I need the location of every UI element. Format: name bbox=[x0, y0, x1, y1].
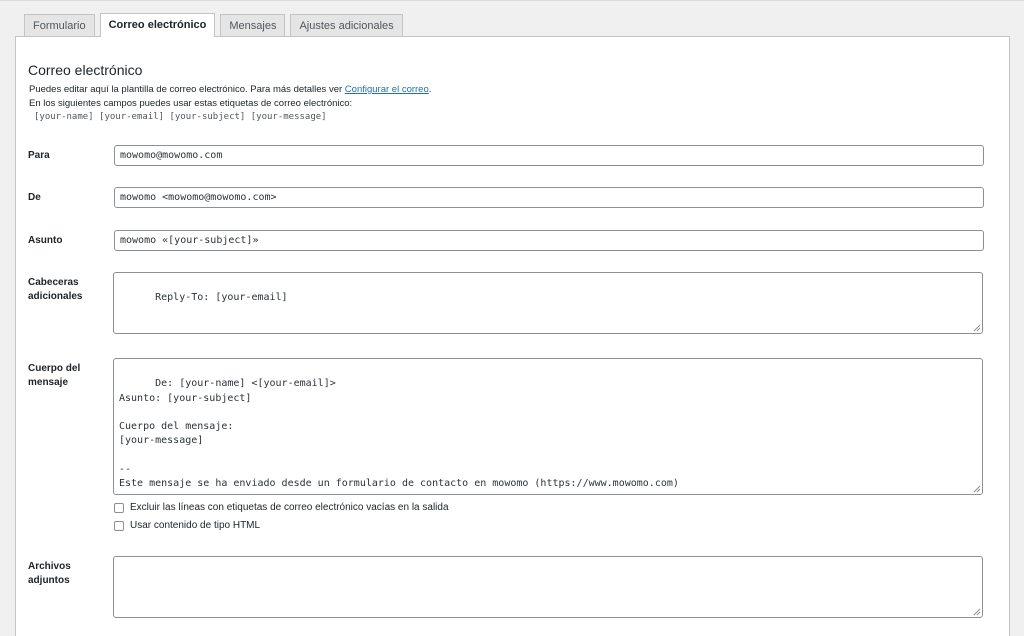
exclude-blank-option[interactable]: Excluir las líneas con etiquetas de corr… bbox=[114, 502, 449, 513]
resize-handle-icon[interactable] bbox=[973, 485, 981, 493]
description-line-2: En los siguientes campos puedes usar est… bbox=[29, 98, 353, 109]
exclude-blank-label: Excluir las líneas con etiquetas de corr… bbox=[130, 502, 449, 513]
use-html-option[interactable]: Usar contenido de tipo HTML bbox=[114, 520, 260, 531]
resize-handle-icon[interactable] bbox=[973, 608, 981, 616]
use-html-checkbox[interactable] bbox=[114, 520, 124, 531]
description-suffix: . bbox=[428, 84, 432, 95]
tab-ajustes-adicionales[interactable]: Ajustes adicionales bbox=[290, 14, 403, 37]
asunto-input[interactable]: mowomo «[your-subject]» bbox=[114, 230, 984, 251]
para-input[interactable]: mowomo@mowomo.com bbox=[114, 145, 984, 166]
cuerpo-value: De: [your-name] <[your-email]> Asunto: [… bbox=[119, 378, 679, 490]
cuerpo-label: Cuerpo del mensaje bbox=[28, 362, 80, 390]
archivos-label-line-2: adjuntos bbox=[28, 575, 70, 586]
archivos-label-line-1: Archivos bbox=[28, 561, 71, 572]
cabeceras-value: Reply-To: [your-email] bbox=[155, 292, 288, 304]
tab-bar: Formulario Correo electrónico Mensajes A… bbox=[24, 13, 408, 37]
archivos-textarea[interactable] bbox=[113, 556, 983, 618]
cuerpo-textarea[interactable]: De: [your-name] <[your-email]> Asunto: [… bbox=[113, 358, 983, 495]
configure-mail-link[interactable]: Configurar el correo bbox=[345, 84, 429, 95]
cabeceras-textarea[interactable]: Reply-To: [your-email] bbox=[113, 272, 983, 334]
asunto-label: Asunto bbox=[28, 235, 63, 246]
tab-formulario[interactable]: Formulario bbox=[24, 14, 95, 37]
de-label: De bbox=[28, 192, 41, 203]
section-title: Correo electrónico bbox=[28, 62, 143, 78]
exclude-blank-checkbox[interactable] bbox=[114, 502, 124, 513]
archivos-label: Archivos adjuntos bbox=[28, 560, 71, 588]
description-text: Puedes editar aquí la plantilla de corre… bbox=[29, 84, 345, 95]
email-panel: Correo electrónico Puedes editar aquí la… bbox=[15, 36, 1010, 636]
resize-handle-icon[interactable] bbox=[973, 324, 981, 332]
use-html-label: Usar contenido de tipo HTML bbox=[130, 520, 261, 531]
de-input[interactable]: mowomo <mowomo@mowomo.com> bbox=[114, 187, 984, 208]
tab-correo-electronico[interactable]: Correo electrónico bbox=[99, 13, 216, 37]
cabeceras-label-line-2: adicionales bbox=[28, 291, 83, 302]
cabeceras-label: Cabeceras adicionales bbox=[28, 276, 82, 304]
description-line-1: Puedes editar aquí la plantilla de corre… bbox=[29, 84, 431, 95]
tab-mensajes[interactable]: Mensajes bbox=[220, 14, 286, 37]
para-label: Para bbox=[28, 150, 50, 161]
top-divider bbox=[0, 0, 1024, 1]
mail-tags: [your-name] [your-email] [your-subject] … bbox=[34, 112, 327, 122]
cuerpo-label-line-2: mensaje bbox=[28, 377, 69, 388]
cuerpo-label-line-1: Cuerpo del bbox=[28, 363, 81, 374]
email-settings-screen: Formulario Correo electrónico Mensajes A… bbox=[0, 0, 1024, 636]
cabeceras-label-line-1: Cabeceras bbox=[28, 277, 79, 288]
